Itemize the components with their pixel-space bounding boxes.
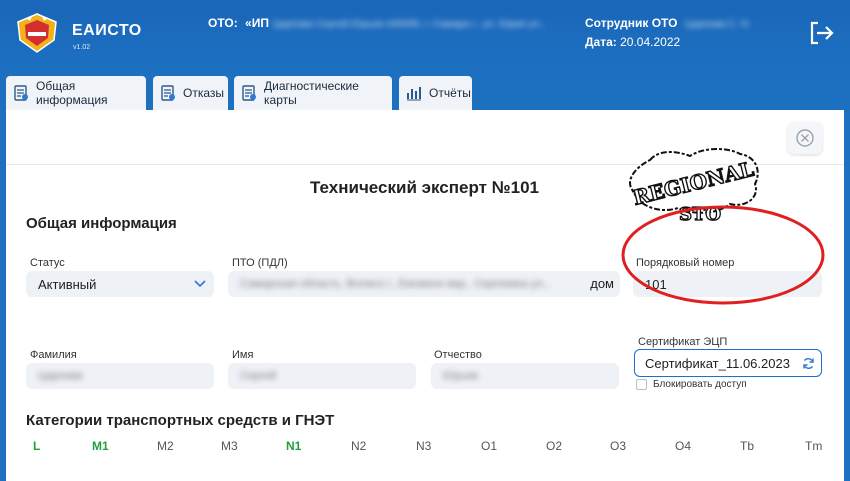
category-m3[interactable]: M3 [221,439,238,453]
oto-info: ОТО: «ИП Царпова Сергей Юрьев 445695, г.… [208,16,545,30]
employee-value-hidden: Царпова С. Н. [684,19,751,30]
status-select[interactable]: Активный [26,271,214,297]
date-label: Дата: [585,35,617,49]
section-title-categories: Категории транспортных средств и ГНЭТ [26,412,335,429]
document-icon [161,85,175,101]
tab-label: Диагностические карты [264,79,359,107]
chevron-down-icon [194,280,206,288]
category-n2[interactable]: N2 [351,439,366,453]
category-m1[interactable]: M1 [92,439,109,453]
patronymic-value-hidden: Юрьев [443,370,478,382]
emblem-logo-icon [17,13,57,53]
status-label: Статус [30,257,65,269]
employee-info: Сотрудник ОТО Царпова С. Н. [585,16,751,30]
certificate-value: Сертификат_11.06.2023 [645,355,790,371]
certificate-field[interactable]: Сертификат_11.06.2023 [634,349,822,377]
tab-diagnostic-cards[interactable]: Диагностические карты [234,76,392,110]
employee-label: Сотрудник ОТО [585,16,678,30]
block-access-checkbox[interactable] [636,379,647,390]
date-info: Дата: 20.04.2022 [585,35,680,49]
oto-value-hidden: Царпова Сергей Юрьев 445695, г. Самара г… [272,19,545,30]
section-title-general: Общая информация [26,215,177,232]
tab-label: Отказы [183,86,225,100]
pto-label: ПТО (ПДЛ) [232,257,288,269]
app-title: ЕАИСТО [72,22,142,39]
category-o3[interactable]: O3 [610,439,626,453]
name-value-hidden: Сергей [240,370,277,382]
tab-reports[interactable]: Отчёты [399,76,472,110]
oto-value: «ИП [245,16,269,30]
category-o1[interactable]: O1 [481,439,497,453]
patronymic-field[interactable]: Юрьев [431,363,619,389]
document-icon [14,85,28,101]
category-n3[interactable]: N3 [416,439,431,453]
app-header: ЕАИСТО v1.02 ОТО: «ИП Царпова Сергей Юрь… [0,0,850,70]
surname-label: Фамилия [30,349,77,361]
tab-general-info[interactable]: Общая информация [6,76,146,110]
tab-label: Общая информация [36,79,108,107]
category-tb[interactable]: Tb [740,439,754,453]
tab-refusals[interactable]: Отказы [153,76,228,110]
refresh-icon[interactable] [802,357,815,370]
app-version: v1.02 [73,44,91,51]
oto-label: ОТО: [208,16,238,30]
category-l[interactable]: L [33,439,40,453]
certificate-label: Сертификат ЭЦП [638,336,728,348]
category-n1[interactable]: N1 [286,439,301,453]
close-button[interactable] [788,122,822,154]
pto-value-visible: дом [588,276,614,291]
surname-field[interactable]: Царпова [26,363,214,389]
category-o2[interactable]: O2 [546,439,562,453]
page-title: Технический эксперт №101 [310,178,540,197]
pto-field[interactable]: Самарская область, Волжск г., Ежовини мк… [228,271,620,297]
surname-value-hidden: Царпова [38,370,83,382]
pto-value-hidden: Самарская область, Волжск г., Ежовини мк… [240,278,549,290]
patronymic-label: Отчество [434,349,482,361]
close-circle-icon [796,129,814,147]
logout-icon[interactable] [806,18,836,48]
category-tm[interactable]: Tm [805,439,822,453]
tab-label: Отчёты [429,86,471,100]
category-m2[interactable]: M2 [157,439,174,453]
name-field[interactable]: Сергей [228,363,416,389]
block-access-label: Блокировать доступ [653,379,747,390]
highlight-ellipse-annotation [621,205,825,305]
date-value: 20.04.2022 [620,35,681,49]
status-value: Активный [38,276,97,292]
document-icon [242,85,256,101]
bar-chart-icon [407,87,421,101]
name-label: Имя [232,349,254,361]
category-o4[interactable]: O4 [675,439,691,453]
